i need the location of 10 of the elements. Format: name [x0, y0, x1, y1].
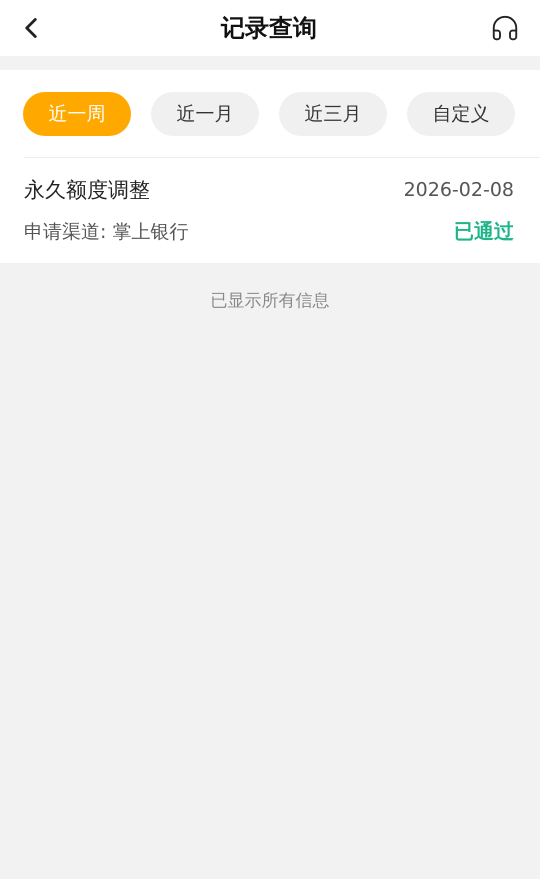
record-title: 永久额度调整: [24, 177, 150, 204]
record-date: 2026-02-08: [404, 179, 514, 201]
record-status: 已通过: [454, 218, 514, 245]
record-channel: 申请渠道: 掌上银行: [24, 220, 188, 244]
filter-tab[interactable]: 近一月: [151, 92, 259, 136]
filter-tab[interactable]: 自定义: [407, 92, 515, 136]
filter-tab[interactable]: 近三月: [279, 92, 387, 136]
headset-icon[interactable]: [490, 13, 520, 43]
page-title: 记录查询: [221, 13, 317, 44]
end-of-list-note: 已显示所有信息: [210, 290, 330, 312]
